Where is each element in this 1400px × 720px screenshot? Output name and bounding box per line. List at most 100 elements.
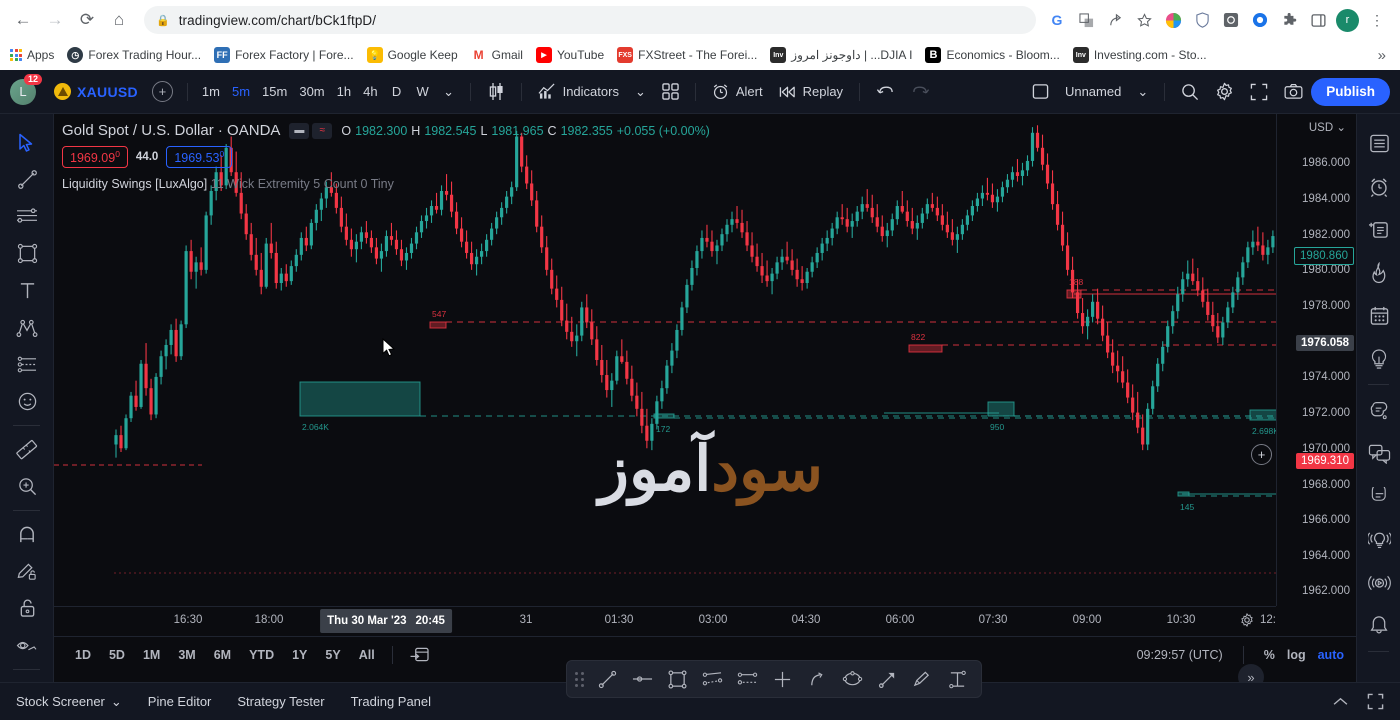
- range-1y[interactable]: 1Y: [283, 645, 316, 665]
- price-scale[interactable]: USD ⌄ 1986.000 1984.000 1982.000 1980.00…: [1276, 114, 1356, 606]
- fullscreen-icon[interactable]: [1242, 78, 1276, 106]
- color-profile-icon[interactable]: [1162, 9, 1184, 31]
- chevron-down-icon[interactable]: ⌄: [627, 78, 654, 106]
- screenshot-icon[interactable]: [1220, 9, 1242, 31]
- range-ytd[interactable]: YTD: [240, 645, 283, 665]
- layout-name-button[interactable]: Unnamed: [1057, 78, 1129, 106]
- range-1m[interactable]: 1M: [134, 645, 169, 665]
- bookmark-bloomberg[interactable]: B Economics - Bloom...: [925, 47, 1060, 63]
- avatar[interactable]: r: [1336, 8, 1359, 32]
- calendar-icon[interactable]: [1357, 294, 1400, 337]
- fullscreen-icon[interactable]: [1367, 693, 1384, 710]
- trend-line-icon[interactable]: [591, 664, 623, 694]
- lock-drawings-tool[interactable]: [0, 590, 54, 627]
- tab-trading-panel[interactable]: Trading Panel: [351, 694, 431, 709]
- timeframe-5m[interactable]: 5m: [226, 78, 256, 106]
- horizontal-lines-tool[interactable]: [0, 198, 54, 235]
- home-button[interactable]: ⌂: [104, 5, 134, 35]
- hide-series-icon[interactable]: ▬: [289, 122, 310, 139]
- timeframe-15m[interactable]: 15m: [256, 78, 293, 106]
- reload-button[interactable]: ⟳: [72, 5, 102, 35]
- timeframe-1h[interactable]: 1h: [331, 78, 357, 106]
- share-icon[interactable]: [1104, 9, 1126, 31]
- percent-scale-button[interactable]: %: [1264, 648, 1275, 662]
- search-icon[interactable]: [1173, 78, 1207, 106]
- bookmark-forex-hours[interactable]: ◷ Forex Trading Hour...: [67, 47, 201, 63]
- replay-button[interactable]: Replay: [771, 78, 851, 106]
- timeframe-w[interactable]: W: [410, 78, 436, 106]
- range-5y[interactable]: 5Y: [316, 645, 349, 665]
- range-5d[interactable]: 5D: [100, 645, 134, 665]
- auto-scale-button[interactable]: auto: [1318, 648, 1344, 662]
- currency-selector[interactable]: USD ⌄: [1309, 120, 1346, 134]
- hotlist-icon[interactable]: [1357, 251, 1400, 294]
- time-scale-settings-icon[interactable]: [1240, 613, 1254, 627]
- drag-handle-icon[interactable]: [575, 671, 584, 687]
- log-scale-button[interactable]: log: [1287, 648, 1306, 662]
- tab-strategy-tester[interactable]: Strategy Tester: [237, 694, 324, 709]
- candlestick-icon[interactable]: [479, 78, 513, 106]
- brush-icon[interactable]: [906, 664, 938, 694]
- puzzle-icon[interactable]: [1278, 9, 1300, 31]
- go-to-date-icon[interactable]: [401, 643, 438, 666]
- timeframe-d[interactable]: D: [384, 78, 410, 106]
- crosshair-icon[interactable]: [766, 664, 798, 694]
- broadcast-bulb-icon[interactable]: [1357, 518, 1400, 561]
- range-all[interactable]: All: [350, 645, 384, 665]
- ideas-icon[interactable]: [1357, 337, 1400, 380]
- add-symbol-button[interactable]: +: [151, 81, 173, 102]
- timeframe-4h[interactable]: 4h: [357, 78, 383, 106]
- rectangle-tool[interactable]: [0, 235, 54, 272]
- layout-icon[interactable]: [1024, 78, 1057, 106]
- sidebar-icon[interactable]: [1307, 9, 1329, 31]
- zoom-tool[interactable]: [0, 468, 54, 505]
- chevron-up-icon[interactable]: [1332, 696, 1349, 707]
- parallel-channel-icon[interactable]: [696, 664, 728, 694]
- flat-channel-icon[interactable]: [731, 664, 763, 694]
- time-scale[interactable]: 16:30 18:00 19:30 Thu 30 Mar '23 20:45 3…: [54, 606, 1276, 636]
- bookmark-star-icon[interactable]: [1133, 9, 1155, 31]
- back-button[interactable]: ←: [8, 5, 38, 35]
- bookmark-gmail[interactable]: M Gmail: [470, 47, 523, 63]
- rectangle-icon[interactable]: [661, 664, 693, 694]
- user-avatar[interactable]: L 12: [10, 73, 42, 105]
- range-6m[interactable]: 6M: [205, 645, 240, 665]
- hide-drawings-tool[interactable]: [0, 627, 54, 664]
- bookmark-forex-factory[interactable]: FF Forex Factory | Fore...: [214, 47, 354, 63]
- emoji-tool[interactable]: [0, 383, 54, 420]
- ellipse-icon[interactable]: [836, 664, 868, 694]
- bookmark-google-keep[interactable]: 💡 Google Keep: [366, 47, 458, 63]
- indicators-button[interactable]: Indicators: [530, 78, 627, 106]
- horizontal-ray-icon[interactable]: [626, 664, 658, 694]
- data-window-icon[interactable]: [1357, 208, 1400, 251]
- bookmark-fxstreet[interactable]: FXS FXStreet - The Forei...: [617, 47, 757, 63]
- camera-icon[interactable]: [1276, 78, 1311, 106]
- bookmark-youtube[interactable]: ▶ YouTube: [535, 47, 604, 63]
- measure-tool[interactable]: [0, 431, 54, 468]
- settings-series-icon[interactable]: ≈: [312, 122, 333, 139]
- publish-button[interactable]: Publish: [1311, 77, 1390, 106]
- add-indicator-button[interactable]: +: [1251, 444, 1272, 465]
- long-position-icon[interactable]: [941, 664, 973, 694]
- fib-projection-tool[interactable]: [0, 346, 54, 383]
- bookmark-apps[interactable]: Apps: [10, 48, 54, 62]
- timeframe-30m[interactable]: 30m: [293, 78, 330, 106]
- drawing-mode-tool[interactable]: [0, 553, 54, 590]
- chrome-menu-icon[interactable]: ⋮: [1366, 9, 1388, 31]
- bookmark-djia[interactable]: Inv داوجونز امروز | ...DJIA I: [770, 47, 912, 63]
- chevron-down-icon[interactable]: ⌄: [1129, 78, 1156, 106]
- shield-icon[interactable]: [1191, 9, 1213, 31]
- forward-button[interactable]: →: [40, 5, 70, 35]
- ideas-stream-icon[interactable]: [1357, 475, 1400, 518]
- address-bar[interactable]: 🔒 tradingview.com/chart/bCk1ftpD/: [144, 6, 1036, 34]
- google-icon[interactable]: G: [1046, 9, 1068, 31]
- alerts-icon[interactable]: [1357, 165, 1400, 208]
- browser-extension-icon[interactable]: [1249, 9, 1271, 31]
- notifications-icon[interactable]: [1357, 604, 1400, 647]
- redo-icon[interactable]: [903, 78, 938, 106]
- curve-icon[interactable]: [801, 664, 833, 694]
- translate-icon[interactable]: [1075, 9, 1097, 31]
- indicator-legend[interactable]: Liquidity Swings [LuxAlgo] 11 Wick Extre…: [62, 177, 710, 191]
- private-chat-icon[interactable]: [1357, 432, 1400, 475]
- timeframe-1m[interactable]: 1m: [196, 78, 226, 106]
